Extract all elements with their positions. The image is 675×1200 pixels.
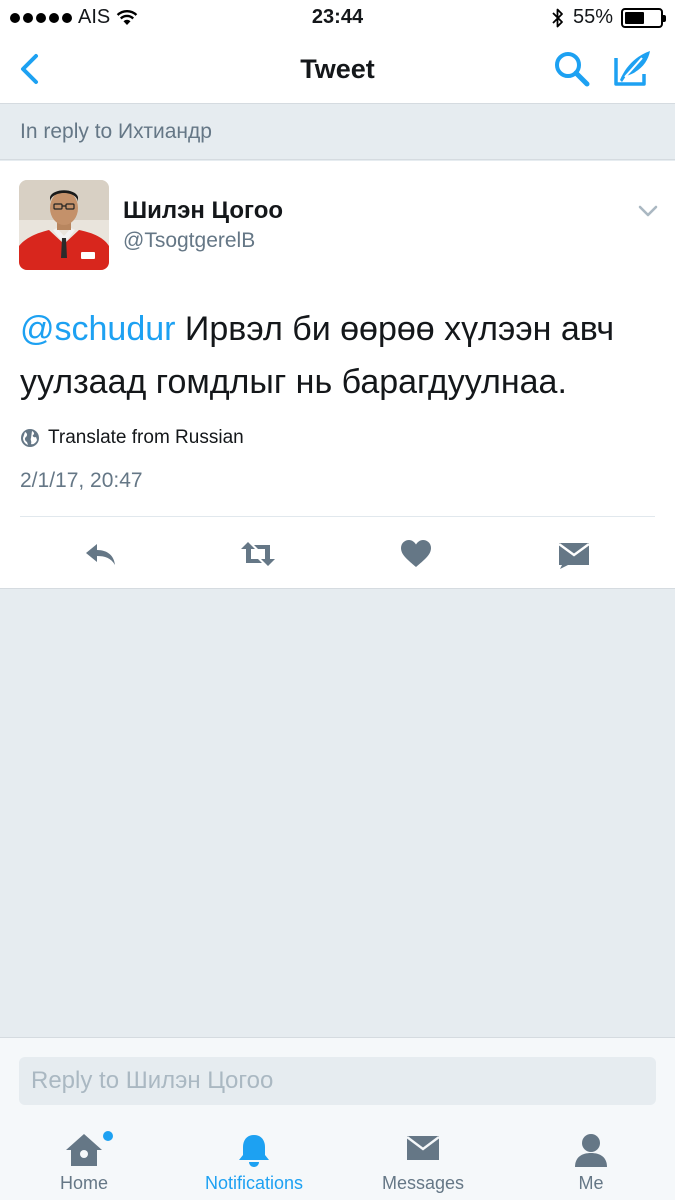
mention-link[interactable]: @schudur bbox=[20, 310, 175, 348]
compose-icon[interactable] bbox=[612, 48, 654, 88]
bluetooth-icon bbox=[552, 8, 563, 27]
tab-home[interactable]: Home bbox=[0, 1117, 168, 1200]
reply-icon[interactable] bbox=[83, 538, 119, 570]
reply-context[interactable]: In reply to Ихтиандр bbox=[0, 105, 675, 160]
envelope-icon bbox=[406, 1136, 440, 1160]
retweet-icon[interactable] bbox=[240, 538, 276, 570]
translate-link[interactable]: Translate from Russian bbox=[20, 427, 244, 449]
battery-percent: 55% bbox=[572, 6, 613, 28]
home-icon bbox=[66, 1134, 102, 1166]
tab-label: Home bbox=[59, 1173, 108, 1193]
translate-label: Translate from Russian bbox=[48, 427, 244, 448]
direct-message-icon[interactable] bbox=[556, 538, 592, 570]
battery-info: 55% bbox=[551, 6, 666, 29]
tab-label: Messages bbox=[381, 1173, 465, 1193]
like-icon[interactable] bbox=[398, 538, 434, 570]
display-name[interactable]: Шилэн Цогоо bbox=[123, 197, 283, 225]
tab-label: Notifications bbox=[204, 1173, 304, 1193]
reply-bar bbox=[0, 1037, 675, 1117]
divider bbox=[20, 516, 655, 517]
tweet-text: @schudur Ирвэл би өөрөө хүлээн авч уулза… bbox=[20, 303, 650, 409]
person-icon bbox=[575, 1134, 607, 1167]
tab-notifications[interactable]: Notifications bbox=[170, 1117, 338, 1200]
nav-bar: Tweet bbox=[0, 36, 675, 104]
bell-icon bbox=[239, 1135, 269, 1167]
search-icon[interactable] bbox=[553, 50, 591, 88]
tab-me[interactable]: Me bbox=[507, 1117, 675, 1200]
tab-label: Me bbox=[578, 1173, 604, 1193]
tweet-detail: Шилэн Цогоо @TsogtgerelB @schudur Ирвэл … bbox=[0, 161, 675, 589]
tab-bar: Home Notifications Messages Me bbox=[0, 1117, 675, 1200]
home-unread-dot bbox=[103, 1131, 113, 1141]
globe-icon bbox=[21, 429, 39, 447]
user-handle[interactable]: @TsogtgerelB bbox=[123, 229, 255, 253]
tab-messages[interactable]: Messages bbox=[339, 1117, 507, 1200]
tweet-timestamp: 2/1/17, 20:47 bbox=[20, 469, 143, 492]
reply-context-label: In reply to Ихтиандр bbox=[20, 120, 212, 143]
battery-icon bbox=[621, 7, 666, 28]
avatar[interactable] bbox=[19, 180, 109, 270]
status-bar: AIS 23:44 55% bbox=[0, 0, 675, 36]
chevron-down-icon[interactable] bbox=[636, 201, 660, 221]
reply-input[interactable] bbox=[19, 1057, 656, 1105]
